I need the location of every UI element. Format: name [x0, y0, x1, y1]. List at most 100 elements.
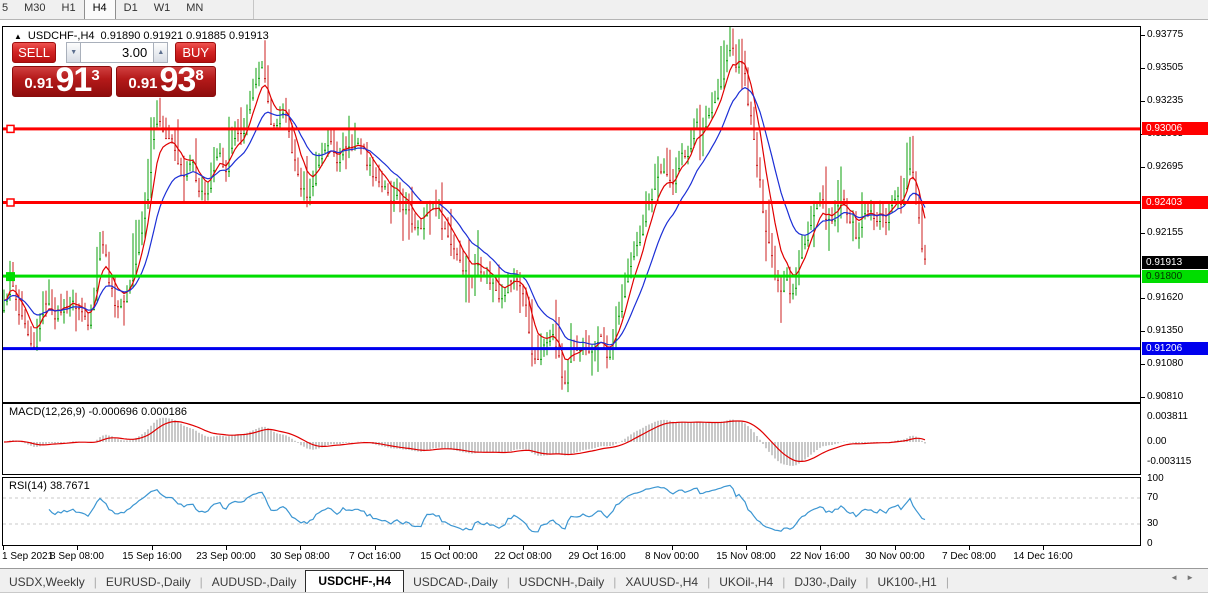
time-axis-tick	[672, 546, 673, 550]
timeframe-button-5[interactable]: 5	[0, 0, 16, 19]
time-axis-label: 8 Sep 08:00	[50, 551, 104, 562]
time-axis-label: 23 Sep 00:00	[196, 551, 256, 562]
sell-price-prefix: 0.91	[24, 73, 53, 95]
price-axis-label: 0.93505	[1147, 62, 1183, 74]
timeframe-buttons: 5M30H1H4D1W1MN	[0, 0, 211, 19]
rsi-label: RSI(14) 38.7671	[9, 480, 90, 492]
price-axis-tick	[1141, 167, 1145, 168]
price-axis-label: 0.91620	[1147, 292, 1183, 304]
time-axis-label: 30 Nov 00:00	[865, 551, 925, 562]
price-axis-tick	[1141, 331, 1145, 332]
horizontal-line-0.93006[interactable]	[3, 127, 1140, 130]
rsi-axis-label: 100	[1147, 473, 1164, 485]
time-axis-tick	[820, 546, 821, 550]
line-handle-icon[interactable]	[7, 199, 14, 206]
chart-tab-audusd-daily[interactable]: AUDUSD-,Daily	[203, 571, 306, 592]
time-axis-tick	[523, 546, 524, 550]
chart-tab-usdcad-daily[interactable]: USDCAD-,Daily	[404, 571, 507, 592]
chart-tab-ukoil-h4[interactable]: UKOil-,H4	[710, 571, 782, 592]
one-click-trading-panel: SELL ▼ ▲ BUY 0.91 91 3 0.91 93 8	[12, 42, 216, 97]
price-axis-tick	[1141, 298, 1145, 299]
buy-price-big-digits: 93	[160, 66, 196, 95]
tab-separator: |	[946, 571, 949, 592]
price-axis-label: 0.90810	[1147, 391, 1183, 403]
line-handle-icon[interactable]	[6, 272, 15, 281]
price-axis-label: 0.93775	[1147, 29, 1183, 41]
time-axis-tick	[3, 546, 4, 550]
chevron-down-icon: ▼	[70, 49, 77, 56]
lot-size-input[interactable]	[81, 42, 153, 63]
time-axis-label: 15 Oct 00:00	[420, 551, 477, 562]
price-axis-label: 0.92155	[1147, 227, 1183, 239]
chart-tab-eurusd-daily[interactable]: EURUSD-,Daily	[97, 571, 200, 592]
price-axis-label: 0.91350	[1147, 325, 1183, 337]
rsi-axis-label: 30	[1147, 518, 1158, 530]
time-axis-tick	[449, 546, 450, 550]
buy-price-prefix: 0.91	[128, 73, 157, 95]
timeframe-button-h4[interactable]: H4	[84, 0, 116, 19]
price-axis-tick	[1141, 364, 1145, 365]
time-axis-tick	[152, 546, 153, 550]
macd-axis-label: -0.003115	[1147, 456, 1191, 468]
sell-price-display[interactable]: 0.91 91 3	[12, 66, 112, 97]
line-handle-icon[interactable]	[7, 125, 14, 132]
macd-axis-label: 0.00	[1147, 436, 1166, 448]
time-axis-label: 14 Dec 16:00	[1013, 551, 1073, 562]
horizontal-line-0.918[interactable]	[3, 275, 1140, 278]
chart-symbol-title: USDCHF-,H4	[28, 30, 95, 42]
lot-decrease-button[interactable]: ▼	[66, 42, 81, 63]
chart-tab-dj30-daily[interactable]: DJ30-,Daily	[785, 571, 865, 592]
price-axis-tick	[1141, 397, 1145, 398]
price-badge-0.91913: 0.91913	[1142, 256, 1208, 269]
lot-increase-button[interactable]: ▲	[153, 42, 168, 63]
horizontal-line-0.91206[interactable]	[3, 347, 1140, 350]
rsi-axis-label: 70	[1147, 492, 1158, 504]
timeframe-button-m30[interactable]: M30	[16, 0, 53, 19]
time-axis-label: 8 Nov 00:00	[645, 551, 699, 562]
price-axis-label: 0.93235	[1147, 95, 1183, 107]
trade-panel-collapse-icon[interactable]: ▲	[14, 31, 22, 42]
rsi-indicator-pane[interactable]	[2, 477, 1141, 546]
price-axis-tick	[1141, 35, 1145, 36]
price-axis-tick	[1141, 101, 1145, 102]
rsi-chart	[3, 478, 1140, 545]
sell-button[interactable]: SELL	[12, 42, 56, 63]
time-axis-label: 22 Nov 16:00	[790, 551, 850, 562]
price-badge-0.91206: 0.91206	[1142, 342, 1208, 355]
horizontal-line-0.92403[interactable]	[3, 201, 1140, 204]
time-axis-label: 29 Oct 16:00	[568, 551, 625, 562]
tab-scroll-arrows: ◄►	[1170, 573, 1202, 582]
time-axis-tick	[597, 546, 598, 550]
chart-tab-usdx-weekly[interactable]: USDX,Weekly	[0, 571, 94, 592]
timeframe-button-d1[interactable]: D1	[116, 0, 146, 19]
buy-button[interactable]: BUY	[175, 42, 216, 63]
price-axis-label: 0.91080	[1147, 358, 1183, 370]
macd-histogram	[4, 418, 925, 466]
time-axis-label: 15 Nov 08:00	[716, 551, 776, 562]
time-axis-tick	[226, 546, 227, 550]
time-axis-tick	[969, 546, 970, 550]
tab-scroll-left-icon[interactable]: ◄	[1170, 573, 1186, 582]
price-badge-0.92403: 0.92403	[1142, 196, 1208, 209]
timeframe-button-mn[interactable]: MN	[178, 0, 211, 19]
mt4-window: { "toolbar": { "timeframes": ["5", "M30"…	[0, 0, 1208, 595]
toolbar-divider	[253, 0, 254, 19]
chart-title: ▲ USDCHF-,H4 0.91890 0.91921 0.91885 0.9…	[14, 30, 269, 42]
price-badge-0.93006: 0.93006	[1142, 122, 1208, 135]
buy-price-display[interactable]: 0.91 93 8	[116, 66, 216, 97]
tab-scroll-right-icon[interactable]: ►	[1186, 573, 1202, 582]
chart-tab-uk100-h1[interactable]: UK100-,H1	[868, 571, 945, 592]
timeframe-button-w1[interactable]: W1	[146, 0, 179, 19]
timeframe-toolbar: 5M30H1H4D1W1MN	[0, 0, 1208, 20]
time-axis-label: 15 Sep 16:00	[122, 551, 182, 562]
rsi-axis-label: 0	[1147, 538, 1153, 550]
sell-price-big-digits: 91	[56, 66, 92, 95]
chart-tab-usdchf-h4[interactable]: USDCHF-,H4	[305, 570, 404, 592]
time-axis-tick	[746, 546, 747, 550]
time-axis-label: 30 Sep 08:00	[270, 551, 330, 562]
time-axis-label: 7 Dec 08:00	[942, 551, 996, 562]
chart-tab-usdcnh-daily[interactable]: USDCNH-,Daily	[510, 571, 613, 592]
chart-tab-xauusd-h4[interactable]: XAUUSD-,H4	[616, 571, 707, 592]
timeframe-button-h1[interactable]: H1	[54, 0, 84, 19]
time-axis-tick	[77, 546, 78, 550]
